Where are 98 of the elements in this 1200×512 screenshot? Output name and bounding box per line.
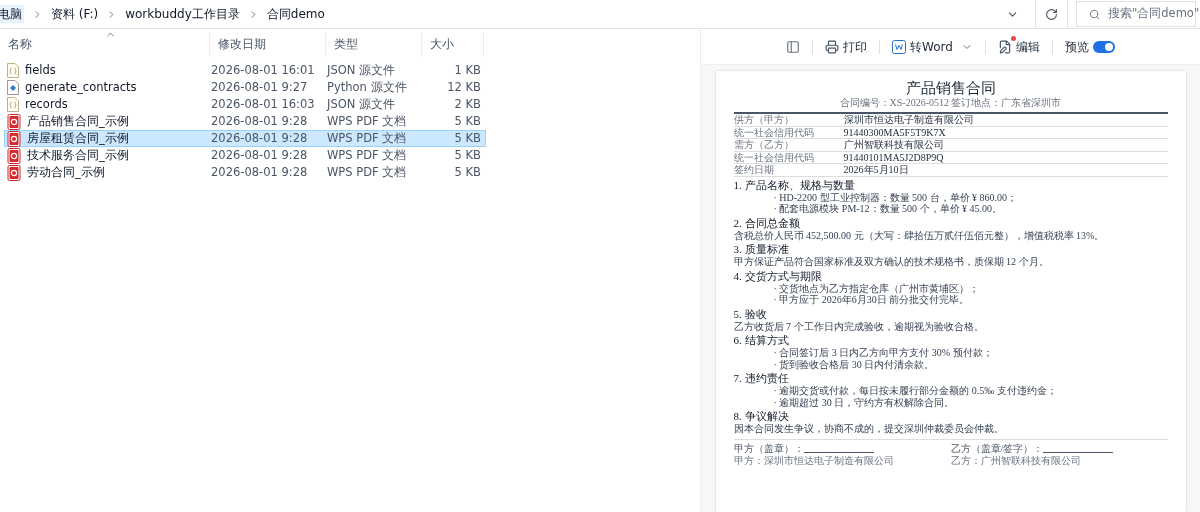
modified-date: 2026-08-01 16:01 (211, 61, 316, 79)
breadcrumb-item[interactable]: workbuddy工作目录 (125, 5, 240, 23)
party-value: 91440300MA5F5T9K7X (843, 126, 946, 138)
party-label: 需方（乙方） (733, 139, 795, 151)
file-type: WPS PDF 文档 (327, 146, 408, 164)
bullet-item: · 合同签订后 3 日内乙方向甲方支付 30% 预付款； (772, 347, 994, 359)
document-subtitle: 合同编号：XS-2026-0512 签订地点：广东省深圳市 (838, 97, 1063, 109)
breadcrumb-item[interactable]: 合同demo (266, 5, 325, 23)
breadcrumb-item[interactable]: 资料 (F:) (51, 5, 99, 23)
file-size: 12 KB (446, 78, 481, 96)
file-type: JSON 源文件 (327, 95, 396, 113)
modified-date: 2026-08-01 16:03 (211, 95, 316, 113)
file-size: 5 KB (453, 146, 481, 164)
preview-toggle[interactable] (1092, 40, 1115, 53)
column-header[interactable]: 修改日期 (210, 32, 326, 57)
modified-date: 2026-08-01 9:28 (211, 129, 309, 147)
pdf-file-icon (7, 164, 21, 181)
file-name: 产品销售合同_示例 (27, 112, 129, 130)
search-icon (1089, 8, 1100, 20)
document-title: 产品销售合同 (904, 79, 997, 97)
file-size: 1 KB (453, 61, 481, 79)
word-document-icon (892, 39, 907, 54)
party-value: 91440101MA5J2D8P9Q (843, 151, 944, 163)
file-row[interactable]: records 2026-08-01 16:03 JSON 源文件 2 KB (4, 96, 486, 113)
file-size: 2 KB (453, 95, 481, 113)
file-size: 5 KB (453, 112, 481, 130)
party-label: 统一社会信用代码 (733, 126, 815, 138)
paragraph: 含税总价人民币 452,500.00 元（大写：肆拾伍万贰仟伍佰元整），增值税税率 13%。 (733, 229, 1106, 241)
modified-date: 2026-08-01 9:28 (211, 146, 309, 164)
paragraph: 甲方保证产品符合国家标准及双方确认的技术规格书，质保期 12 个月。 (733, 256, 1050, 268)
signature-line (1043, 451, 1114, 453)
signatory-name: 乙方：广州智联科技有限公司 (950, 454, 1082, 467)
modified-date: 2026-08-01 9:27 (211, 78, 309, 96)
column-header[interactable]: 名称 (0, 32, 210, 57)
file-row[interactable]: 房屋租赁合同_示例 2026-08-01 9:28 WPS PDF 文档 5 KB (4, 130, 486, 147)
section-heading: 6. 结算方式 (733, 334, 790, 347)
file-row[interactable]: 劳动合同_示例 2026-08-01 9:28 WPS PDF 文档 5 KB (4, 164, 486, 181)
signature-label: 甲方（盖章）： (733, 442, 804, 455)
file-row[interactable]: 技术服务合同_示例 2026-08-01 9:28 WPS PDF 文档 5 KB (4, 147, 486, 164)
panel-icon[interactable] (786, 39, 801, 54)
print-button[interactable]: 打印 (825, 37, 868, 56)
party-label: 统一社会信用代码 (733, 151, 815, 163)
pdf-file-icon (7, 113, 21, 130)
file-name: generate_contracts (25, 78, 137, 96)
signatory-name: 甲方：深圳市恒达电子制造有限公司 (733, 454, 895, 467)
file-size: 5 KB (453, 163, 481, 181)
bullet-item: · 甲方应于 2026年6月30日 前分批交付完毕。 (772, 294, 971, 306)
signature-line (803, 451, 874, 453)
file-row[interactable]: 产品销售合同_示例 2026-08-01 9:28 WPS PDF 文档 5 KB (4, 113, 486, 130)
file-type: JSON 源文件 (327, 61, 396, 79)
file-name: 房屋租赁合同_示例 (27, 129, 129, 147)
file-type: WPS PDF 文档 (327, 112, 408, 130)
pdf-file-icon (7, 147, 21, 164)
preview-label: 预览 (1064, 38, 1089, 56)
script-file-icon (7, 80, 19, 95)
file-name: 劳动合同_示例 (27, 163, 105, 181)
party-label: 签约日期 (733, 164, 775, 176)
column-header[interactable]: 大小 (422, 32, 484, 57)
party-value: 广州智联科技有限公司 (843, 139, 944, 151)
bullet-item: · 货到验收合格后 30 日内付清余款。 (772, 358, 936, 370)
modified-date: 2026-08-01 9:28 (211, 163, 309, 181)
section-heading: 1. 产品名称、规格与数量 (733, 178, 856, 192)
printer-icon (825, 39, 840, 54)
edit-button[interactable]: 编辑 (997, 37, 1040, 56)
json-file-icon (7, 63, 19, 78)
file-row[interactable]: fields 2026-08-01 16:01 JSON 源文件 1 KB (4, 62, 486, 79)
signature-label: 乙方（盖章/签字）： (950, 442, 1044, 455)
edit-document-icon (997, 39, 1012, 54)
party-value: 深圳市恒达电子制造有限公司 (843, 114, 974, 126)
bullet-item: · HD-2200 型工业控制器：数量 500 台，单价 ¥ 860.00； (772, 191, 1019, 203)
json-file-icon (7, 97, 19, 112)
party-label: 供方（甲方） (733, 114, 795, 126)
file-type: WPS PDF 文档 (327, 163, 408, 181)
section-heading: 3. 质量标准 (733, 243, 790, 256)
refresh-icon[interactable] (1045, 7, 1058, 21)
file-name: 技术服务合同_示例 (27, 146, 129, 164)
bullet-item: · 逾期交货或付款，每日按未履行部分金额的 0.5‰ 支付违约金； (772, 385, 1058, 396)
paragraph: 乙方收货后 7 个工作日内完成验收，逾期视为验收合格。 (733, 320, 985, 332)
column-header[interactable]: 类型 (326, 32, 422, 57)
section-heading: 7. 违约责任 (733, 372, 790, 385)
file-type: Python 源文件 (327, 78, 408, 96)
bullet-item: · 交货地点为乙方指定仓库（广州市黄埔区）； (772, 282, 981, 294)
file-size: 5 KB (453, 129, 481, 147)
convert-word-button[interactable]: 转Word (892, 37, 953, 56)
paragraph: 因本合同发生争议，协商不成的，提交深圳仲裁委员会仲裁。 (733, 423, 1005, 435)
file-type: WPS PDF 文档 (327, 129, 408, 147)
section-heading: 8. 争议解决 (733, 410, 790, 423)
section-heading: 5. 验收 (733, 307, 768, 320)
modified-date: 2026-08-01 9:28 (211, 112, 309, 130)
file-row[interactable]: generate_contracts 2026-08-01 9:27 Python 源文件 12 KB (4, 79, 486, 96)
file-name: records (25, 95, 68, 113)
bullet-item: · 逾期超过 30 日，守约方有权解除合同。 (772, 396, 955, 408)
section-heading: 4. 交货方式与期限 (733, 269, 823, 283)
party-value: 2026年5月10日 (843, 164, 909, 176)
file-name: fields (25, 61, 56, 79)
bullet-item: · 配套电源模块 PM-12：数量 500 个，单价 ¥ 45.00。 (772, 203, 1004, 215)
pdf-file-icon (7, 130, 21, 147)
section-heading: 2. 合同总金额 (733, 216, 801, 230)
